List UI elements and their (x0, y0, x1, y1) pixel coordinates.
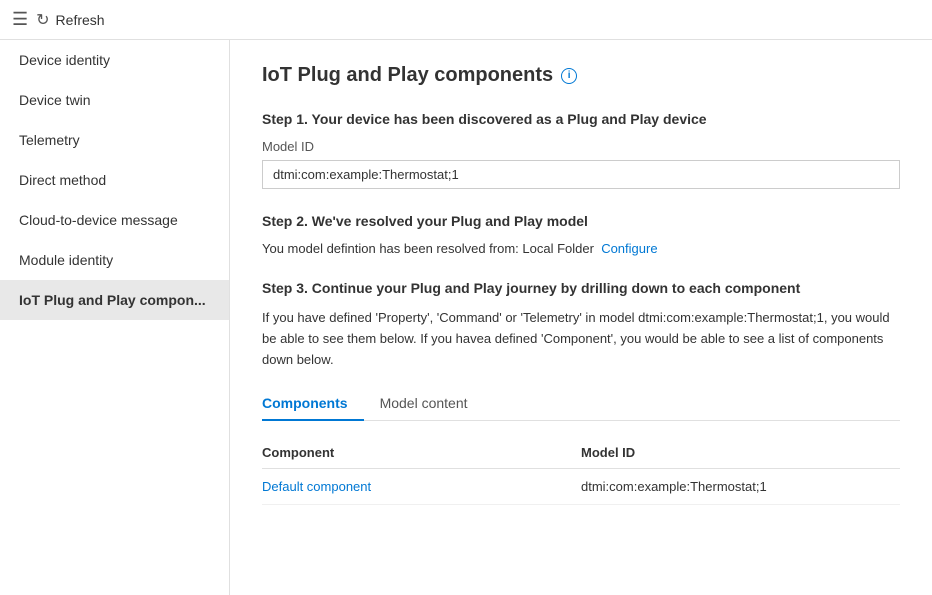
top-bar: ☰ ↻ Refresh (0, 0, 932, 40)
refresh-button[interactable]: ↻ Refresh (36, 10, 104, 30)
sidebar-item-iot-plug-and-play[interactable]: IoT Plug and Play compon... (0, 280, 229, 320)
default-component-link[interactable]: Default component (262, 479, 371, 494)
tab-model-content[interactable]: Model content (380, 387, 484, 421)
step2-title: Step 2. We've resolved your Plug and Pla… (262, 213, 900, 229)
step1-title: Step 1. Your device has been discovered … (262, 111, 900, 127)
sidebar-item-device-twin[interactable]: Device twin (0, 80, 229, 120)
info-icon[interactable]: i (561, 68, 577, 84)
sidebar-item-cloud-to-device-message[interactable]: Cloud-to-device message (0, 200, 229, 240)
configure-link[interactable]: Configure (601, 241, 657, 256)
table-row: Default component dtmi:com:example:Therm… (262, 469, 900, 505)
step2-section: Step 2. We've resolved your Plug and Pla… (262, 213, 900, 256)
row-model-id: dtmi:com:example:Thermostat;1 (581, 469, 900, 505)
col-model-id: Model ID (581, 437, 900, 469)
step3-section: Step 3. Continue your Plug and Play jour… (262, 280, 900, 505)
step1-section: Step 1. Your device has been discovered … (262, 111, 900, 189)
model-id-value: dtmi:com:example:Thermostat;1 (262, 160, 900, 189)
main-content: IoT Plug and Play components i Step 1. Y… (230, 40, 932, 595)
tab-components[interactable]: Components (262, 387, 364, 421)
col-component: Component (262, 437, 581, 469)
step2-description: You model defintion has been resolved fr… (262, 241, 900, 256)
sidebar-item-telemetry[interactable]: Telemetry (0, 120, 229, 160)
sidebar: Device identity Device twin Telemetry Di… (0, 40, 230, 595)
hamburger-icon[interactable]: ☰ (12, 9, 28, 30)
refresh-icon: ↻ (36, 10, 49, 30)
page-title: IoT Plug and Play components i (262, 64, 900, 87)
components-table: Component Model ID Default component dtm… (262, 437, 900, 505)
main-layout: Device identity Device twin Telemetry Di… (0, 40, 932, 595)
tabs-bar: Components Model content (262, 386, 900, 421)
sidebar-item-direct-method[interactable]: Direct method (0, 160, 229, 200)
step3-title: Step 3. Continue your Plug and Play jour… (262, 280, 900, 296)
model-id-label: Model ID (262, 139, 900, 154)
sidebar-item-device-identity[interactable]: Device identity (0, 40, 229, 80)
step3-description: If you have defined 'Property', 'Command… (262, 308, 900, 370)
sidebar-item-module-identity[interactable]: Module identity (0, 240, 229, 280)
refresh-label: Refresh (56, 12, 105, 28)
